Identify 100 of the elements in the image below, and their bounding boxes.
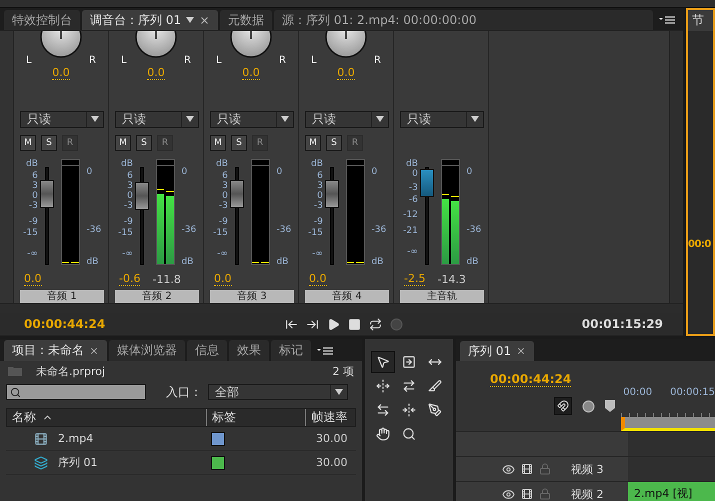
panel-tab[interactable]: 标记 <box>271 340 311 361</box>
dropdown-caret-icon[interactable] <box>376 116 384 122</box>
column-header[interactable]: 帧速率 <box>305 409 355 426</box>
automation-dropdown[interactable]: 只读 <box>400 110 484 128</box>
play-icon[interactable] <box>326 318 340 330</box>
scale-label: -∞ <box>312 248 323 259</box>
volume-value[interactable]: 0.0 <box>214 272 232 286</box>
pan-value[interactable]: 0.0 <box>242 66 260 80</box>
dropdown-caret-icon[interactable] <box>186 17 194 23</box>
left-right-arrow-icon <box>376 403 390 417</box>
track-toggle-button[interactable]: M <box>210 134 226 151</box>
panel-menu-icon[interactable] <box>317 346 333 356</box>
track-toggle-button[interactable]: S <box>326 134 342 151</box>
column-header[interactable]: 名称 <box>7 409 206 426</box>
dropdown-caret-icon[interactable] <box>186 116 194 122</box>
scale-label: -6 <box>408 194 418 205</box>
frame-rate-cell-text: 30.00 <box>315 432 348 445</box>
panel-tab[interactable]: 节 <box>688 10 713 31</box>
scale-label: dB <box>26 158 38 169</box>
panel-tab[interactable]: 效果 <box>229 340 269 361</box>
scrollbar[interactable] <box>0 303 683 313</box>
eye-icon[interactable] <box>502 488 515 500</box>
panel-menu-icon[interactable] <box>659 15 675 25</box>
scale-label: 3 <box>222 180 228 191</box>
item-name[interactable]: 序列 01 <box>58 455 98 470</box>
fader-thumb[interactable] <box>324 180 339 208</box>
film-icon[interactable] <box>521 488 533 500</box>
pan-value[interactable]: 0.0 <box>337 66 355 80</box>
volume-value[interactable]: 0.0 <box>24 272 42 286</box>
film-icon[interactable] <box>521 463 533 475</box>
search-field[interactable] <box>6 384 146 400</box>
timecode[interactable]: 00:00:44:24 <box>490 373 572 387</box>
track-toggle-button[interactable]: M <box>305 134 321 151</box>
scale-label: dB <box>406 158 418 169</box>
current-timecode[interactable]: 00:00:44:24 <box>24 317 106 331</box>
volume-value[interactable]: -2.5 <box>404 272 426 286</box>
magnet-icon <box>557 400 569 412</box>
tool-button[interactable] <box>371 351 395 373</box>
track-toggle-button[interactable]: M <box>20 134 36 151</box>
fader-thumb[interactable] <box>230 180 244 208</box>
timecode[interactable]: 00:0 <box>688 239 711 250</box>
scale-label: 0 <box>466 166 472 177</box>
automation-dropdown[interactable]: 只读 <box>305 110 389 128</box>
scrollbar[interactable] <box>669 31 683 303</box>
pan-left-label: L <box>26 55 32 66</box>
marker-icon[interactable] <box>605 400 615 412</box>
dropdown-caret-icon[interactable] <box>471 116 479 122</box>
fader-thumb[interactable] <box>134 182 149 210</box>
dropdown-caret-icon[interactable] <box>335 389 343 395</box>
panel-tab[interactable]: 信息 <box>187 340 227 361</box>
stop-icon[interactable] <box>348 318 360 330</box>
pan-right-label: R <box>279 55 286 66</box>
panel-tab[interactable]: 序列 01 <box>460 341 534 361</box>
disc-icon[interactable] <box>582 400 595 412</box>
dropdown-caret-icon[interactable] <box>281 116 289 122</box>
track-toggle-button[interactable]: S <box>231 134 247 151</box>
track-name: 主音轨 <box>400 290 484 303</box>
filter-dropdown[interactable]: 全部 <box>208 384 348 400</box>
track-toggle-button[interactable]: M <box>115 134 131 151</box>
panel-tab[interactable]: 元数据 <box>220 10 272 30</box>
column-header[interactable]: 标签 <box>206 409 306 426</box>
scale-label: -3 <box>408 182 418 193</box>
scale-label: 0 <box>86 166 92 177</box>
pan-right-label: R <box>184 55 191 66</box>
go-to-in-icon[interactable] <box>284 318 298 330</box>
label-swatch[interactable] <box>211 432 225 446</box>
track-name[interactable]: 视频 2 <box>571 486 604 501</box>
filter-label: 入口： <box>166 384 202 400</box>
label-swatch[interactable] <box>211 456 225 470</box>
snap-button[interactable] <box>554 397 572 415</box>
scale-label: 3 <box>317 180 323 191</box>
go-to-out-icon[interactable] <box>306 318 318 330</box>
automation-dropdown[interactable]: 只读 <box>115 110 199 128</box>
panel-tab[interactable]: 媒体浏览器 <box>109 340 185 361</box>
track-name[interactable]: 视频 3 <box>571 462 604 476</box>
scale-label: -21 <box>403 226 418 236</box>
scale-label: -9 <box>28 216 38 227</box>
video-clip[interactable]: 2.mp4 [视] <box>628 482 715 501</box>
close-icon[interactable] <box>89 346 99 356</box>
pan-value[interactable]: 0.0 <box>52 66 70 80</box>
track-toggle-button[interactable]: S <box>136 134 152 151</box>
volume-value[interactable]: -0.6 <box>119 272 140 286</box>
item-name[interactable]: 2.mp4 <box>58 432 94 445</box>
track-toggle-button[interactable]: S <box>41 134 57 151</box>
panel-tab[interactable]: 源：序列 01: 2.mp4: 00:00:00:00 <box>274 10 653 30</box>
automation-dropdown[interactable]: 只读 <box>210 110 294 128</box>
volume-value[interactable]: 0.0 <box>309 272 326 286</box>
pan-value[interactable]: 0.0 <box>147 66 165 80</box>
panel-tab[interactable]: 项目：未命名 <box>4 340 107 361</box>
dropdown-caret-icon[interactable] <box>91 116 99 122</box>
panel-tab[interactable]: 特效控制台 <box>4 10 80 30</box>
panel-tab[interactable]: 调音台：序列 01 <box>82 10 218 30</box>
close-icon[interactable] <box>516 346 526 356</box>
eye-icon[interactable] <box>502 462 515 476</box>
scale-label: dB <box>310 158 323 169</box>
close-icon[interactable] <box>199 14 210 26</box>
loop-icon[interactable] <box>368 318 382 330</box>
fader-thumb[interactable] <box>40 180 54 208</box>
automation-dropdown[interactable]: 只读 <box>20 110 104 128</box>
fader-thumb[interactable] <box>420 168 434 197</box>
